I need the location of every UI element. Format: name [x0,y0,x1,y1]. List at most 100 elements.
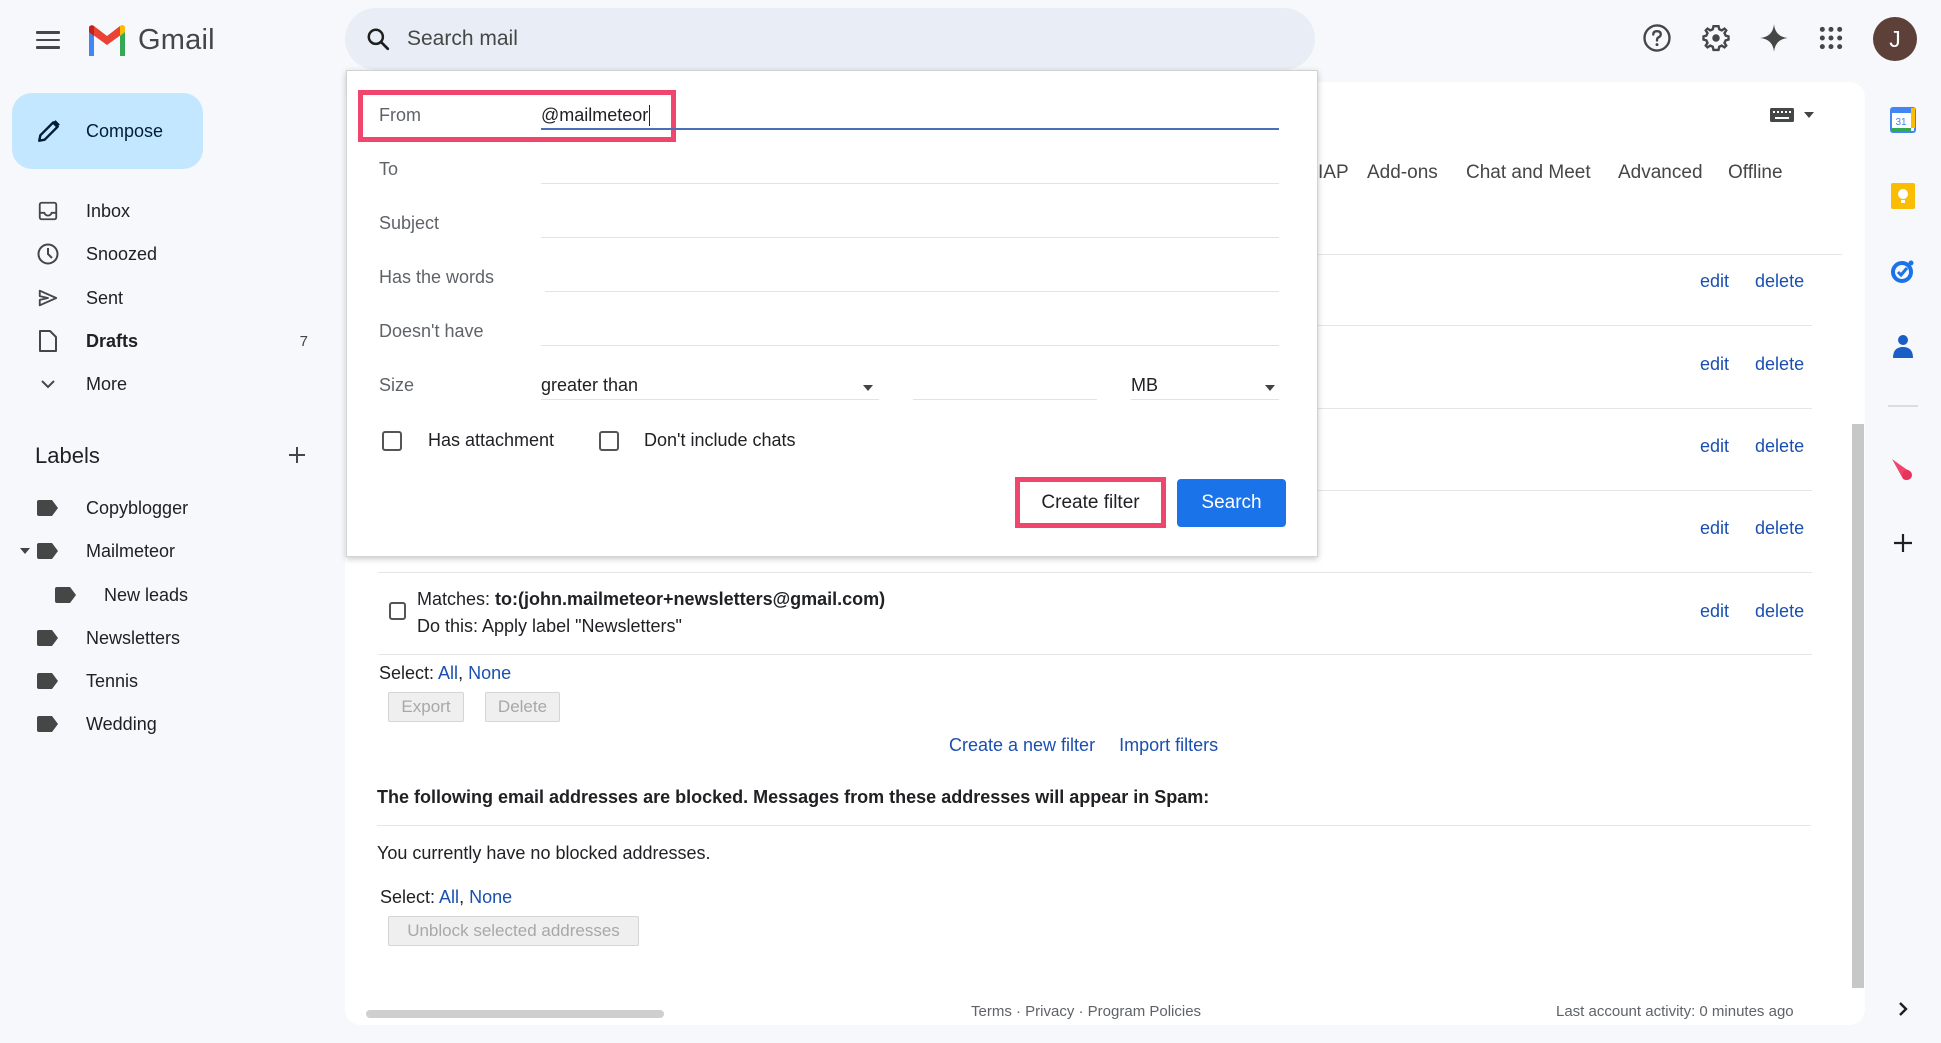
nav-item-drafts[interactable]: Drafts 7 [0,321,330,361]
edit-filter-link[interactable]: edit [1700,354,1729,375]
input-tools-button[interactable] [1770,108,1814,122]
tab-offline[interactable]: Offline [1728,162,1783,184]
search-input[interactable]: Search mail [407,27,518,51]
label-item-wedding[interactable]: Wedding [0,704,330,744]
label-tag-icon [37,500,58,516]
matches-label: Matches: [417,589,491,609]
contacts-icon[interactable] [1888,332,1918,362]
add-label-icon[interactable] [285,443,313,471]
gmail-logo[interactable]: Gmail [86,20,215,60]
edit-filter-link[interactable]: edit [1700,601,1729,622]
tab-advanced[interactable]: Advanced [1618,162,1703,184]
has-attachment-label: Has attachment [428,430,555,450]
nav-item-snoozed[interactable]: Snoozed [0,234,330,274]
size-value-input[interactable] [913,399,1097,400]
expand-panel-icon[interactable] [1888,994,1918,1024]
draft-icon [36,329,60,353]
tab-imap[interactable]: IAP [1318,162,1349,184]
edit-filter-link[interactable]: edit [1700,518,1729,539]
edit-filter-link[interactable]: edit [1700,436,1729,457]
size-unit-underline [1131,399,1279,400]
delete-filter-link[interactable]: delete [1755,354,1804,375]
footer-links[interactable]: Terms · Privacy · Program Policies [971,1003,1201,1020]
label-name: Mailmeteor [86,540,176,561]
delete-filter-link[interactable]: delete [1755,601,1804,622]
has-words-input[interactable] [545,291,1279,292]
tab-chat-meet[interactable]: Chat and Meet [1466,162,1591,184]
labels-heading: Labels [35,443,100,468]
from-input[interactable]: @mailmeteor [541,105,651,126]
label-tag-icon [37,673,58,689]
nav-label: Sent [86,287,124,308]
create-filter-button[interactable]: Create filter [1020,482,1161,523]
gemini-sparkle-icon[interactable] [1754,18,1794,58]
to-input[interactable] [541,183,1279,184]
filter-row-actions: edit delete [1700,601,1804,622]
help-icon[interactable] [1637,18,1677,58]
export-button[interactable]: Export [388,692,464,722]
keyboard-icon [1770,108,1794,122]
keep-icon[interactable] [1888,181,1918,211]
main-menu-button[interactable] [30,22,66,58]
select-all-link[interactable]: All [438,663,458,683]
horizontal-scrollbar[interactable] [366,1010,664,1018]
compose-label: Compose [86,120,164,141]
label-name: Tennis [86,670,139,691]
vertical-scrollbar[interactable] [1852,424,1864,988]
delete-button[interactable]: Delete [485,692,560,722]
label-item-copyblogger[interactable]: Copyblogger [0,488,330,528]
size-label: Size [379,375,415,395]
edit-filter-link[interactable]: edit [1700,271,1729,292]
filter-row-actions: edit delete [1700,436,1804,457]
size-operator-select[interactable]: greater than [541,375,879,401]
label-item-mailmeteor[interactable]: Mailmeteor [0,531,330,571]
delete-filter-link[interactable]: delete [1755,436,1804,457]
search-bar[interactable]: Search mail [345,8,1315,70]
create-new-filter-link[interactable]: Create a new filter [949,735,1095,756]
size-unit-select[interactable]: MB [1131,375,1279,401]
calendar-icon[interactable]: 31 [1888,105,1918,135]
filter-row-actions: edit delete [1700,518,1804,539]
select-all-link[interactable]: All [439,887,459,907]
nav-item-sent[interactable]: Sent [0,278,330,318]
select-none-link[interactable]: None [468,663,511,683]
tasks-icon[interactable] [1888,256,1918,286]
label-item-tennis[interactable]: Tennis [0,661,330,701]
tab-addons[interactable]: Add-ons [1367,162,1438,184]
select-blocked: Select: All, None [380,887,512,908]
has-attachment-checkbox[interactable] [382,431,402,451]
dont-include-chats-checkbox[interactable] [599,431,619,451]
unblock-button[interactable]: Unblock selected addresses [388,916,639,946]
expand-caret-icon[interactable] [20,548,30,554]
inbox-icon [36,199,60,223]
select-label: Select: [380,887,436,907]
caret-down-icon [1804,112,1814,118]
add-addon-icon[interactable] [1888,528,1918,558]
search-icon[interactable] [365,26,391,52]
subject-input[interactable] [541,237,1279,238]
apps-grid-icon[interactable] [1811,18,1851,58]
import-filters-link[interactable]: Import filters [1119,735,1218,756]
settings-icon[interactable] [1696,18,1736,58]
filter-row-checkbox[interactable] [389,602,406,620]
last-activity: Last account activity: 0 minutes ago [1556,1003,1794,1020]
filter-row-actions: edit delete [1700,271,1804,292]
compose-button[interactable]: Compose [12,93,203,169]
select-none-link[interactable]: None [469,887,512,907]
from-label: From [379,105,421,125]
filter-links: Create a new filter Import filters [949,735,1218,756]
delete-filter-link[interactable]: delete [1755,271,1804,292]
size-operator-value: greater than [541,375,639,395]
dropdown-caret-icon [1265,385,1275,391]
doesnt-have-input[interactable] [541,345,1279,346]
nav-item-more[interactable]: More [0,364,330,404]
delete-filter-link[interactable]: delete [1755,518,1804,539]
mailmeteor-icon[interactable] [1888,455,1918,485]
nav-label: Inbox [86,200,131,221]
account-avatar[interactable]: J [1873,17,1917,61]
search-button[interactable]: Search [1177,479,1286,527]
nav-item-inbox[interactable]: Inbox [0,191,330,231]
divider [378,654,1812,655]
comma: , [458,663,464,683]
doesnt-have-label: Doesn't have [379,321,484,341]
